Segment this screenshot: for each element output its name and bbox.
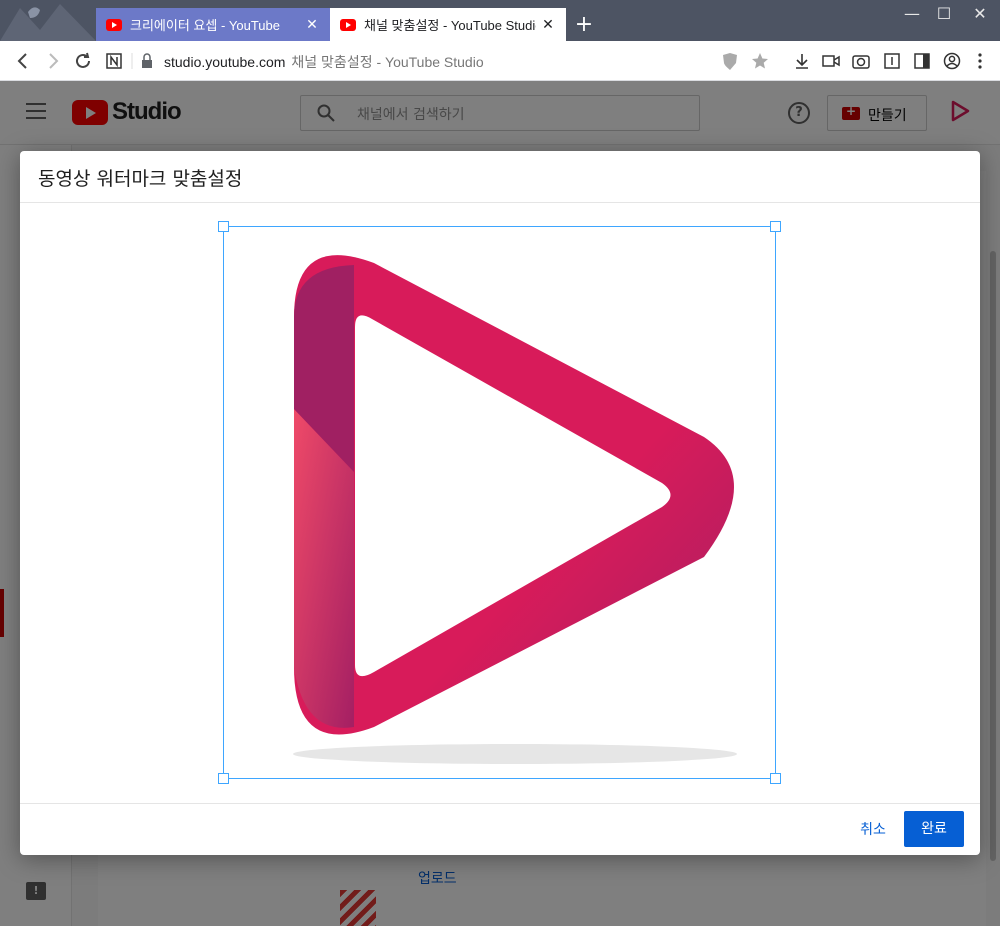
theme-decoration	[0, 0, 96, 41]
reader-mode-icon[interactable]	[882, 51, 902, 71]
crop-handle-bottom-right[interactable]	[770, 773, 781, 784]
tab-title: 채널 맞춤설정 - YouTube Studio	[364, 18, 536, 33]
youtube-favicon-icon	[106, 18, 122, 31]
crop-handle-top-left[interactable]	[218, 221, 229, 232]
tab-studio-customization[interactable]: 채널 맞춤설정 - YouTube Studio ✕	[330, 8, 566, 41]
crop-handle-top-right[interactable]	[770, 221, 781, 232]
sidebar-toggle-icon[interactable]	[912, 51, 932, 71]
divider	[20, 202, 980, 203]
notion-extension-icon[interactable]	[103, 50, 125, 72]
url-text[interactable]: studio.youtube.com 채널 맞춤설정 - YouTube Stud…	[164, 52, 484, 72]
profile-icon[interactable]	[942, 51, 962, 71]
done-button[interactable]: 완료	[904, 811, 964, 847]
watermark-dialog: 동영상 워터마크 맞춤설정 취소 완료	[20, 151, 980, 855]
screenshot-camera-icon[interactable]	[851, 51, 871, 71]
separator	[127, 50, 137, 72]
video-camera-icon[interactable]	[821, 51, 841, 71]
window-close-button[interactable]: ✕	[970, 4, 990, 23]
tab-creator-youtube[interactable]: 크리에이터 요셉 - YouTube ✕	[96, 8, 330, 41]
bookmark-star-icon[interactable]	[750, 51, 770, 71]
tab-close-icon[interactable]: ✕	[304, 16, 320, 33]
shield-icon[interactable]	[720, 51, 740, 71]
url-page-title: 채널 맞춤설정 - YouTube Studio	[291, 54, 484, 70]
youtube-favicon-icon	[340, 18, 356, 31]
tab-close-icon[interactable]: ✕	[540, 16, 556, 33]
reload-icon[interactable]	[72, 50, 94, 72]
watermark-image	[293, 255, 737, 764]
tab-title: 크리에이터 요셉 - YouTube	[130, 18, 280, 33]
url-host: studio.youtube.com	[164, 54, 286, 70]
crop-handle-bottom-left[interactable]	[218, 773, 229, 784]
dialog-title: 동영상 워터마크 맞춤설정	[38, 168, 243, 190]
lock-icon[interactable]	[140, 50, 154, 72]
new-tab-button[interactable]: +	[574, 12, 594, 38]
maximize-button[interactable]: ☐	[934, 4, 954, 23]
download-icon[interactable]	[792, 51, 812, 71]
divider	[20, 803, 980, 804]
forward-icon[interactable]	[42, 50, 64, 72]
more-menu-icon[interactable]	[970, 51, 990, 71]
minimize-button[interactable]: —	[902, 4, 922, 23]
logo-shadow	[293, 744, 737, 764]
cancel-button[interactable]: 취소	[850, 817, 896, 843]
browser-tab-bar: 크리에이터 요셉 - YouTube ✕ 채널 맞춤설정 - YouTube S…	[0, 0, 1000, 41]
back-icon[interactable]	[12, 50, 34, 72]
crop-area[interactable]	[218, 221, 781, 784]
address-bar: studio.youtube.com 채널 맞춤설정 - YouTube Stud…	[0, 41, 1000, 81]
